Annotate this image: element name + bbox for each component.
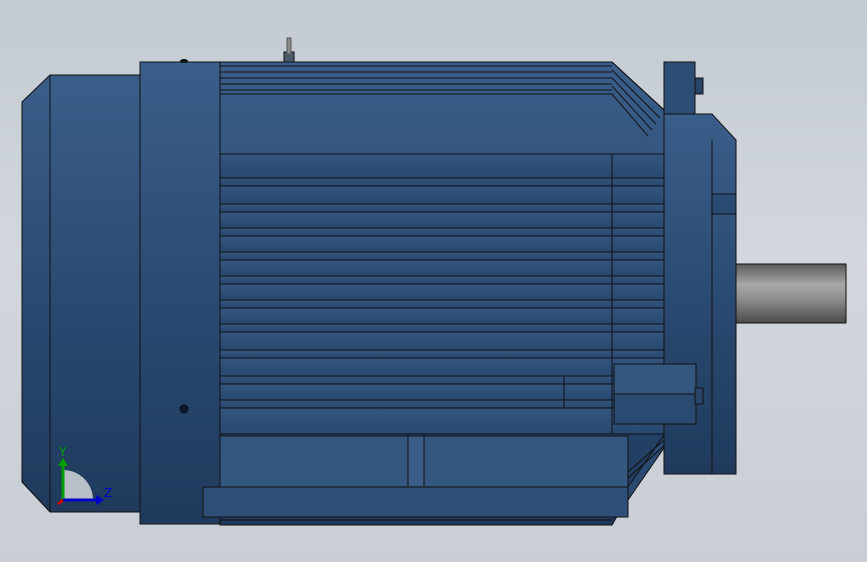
motor-model[interactable]: Y Z [0,0,867,562]
y-axis-label: Y [58,445,67,459]
terminal-box [613,363,704,425]
rear-end-shield [139,61,221,525]
eye-bolt [283,37,295,63]
mounting-foot [202,433,665,521]
flange-step [711,193,737,215]
graphics-viewport[interactable]: Y Z [0,0,867,562]
drain-hole [179,404,189,414]
cooling-fins [219,153,665,435]
output-shaft [735,263,847,324]
fan-cover [21,74,141,513]
front-flange-upper [663,61,696,115]
z-axis-label: Z [104,486,112,500]
flange-bolt-top [694,77,704,95]
rear-bolt [180,59,188,63]
